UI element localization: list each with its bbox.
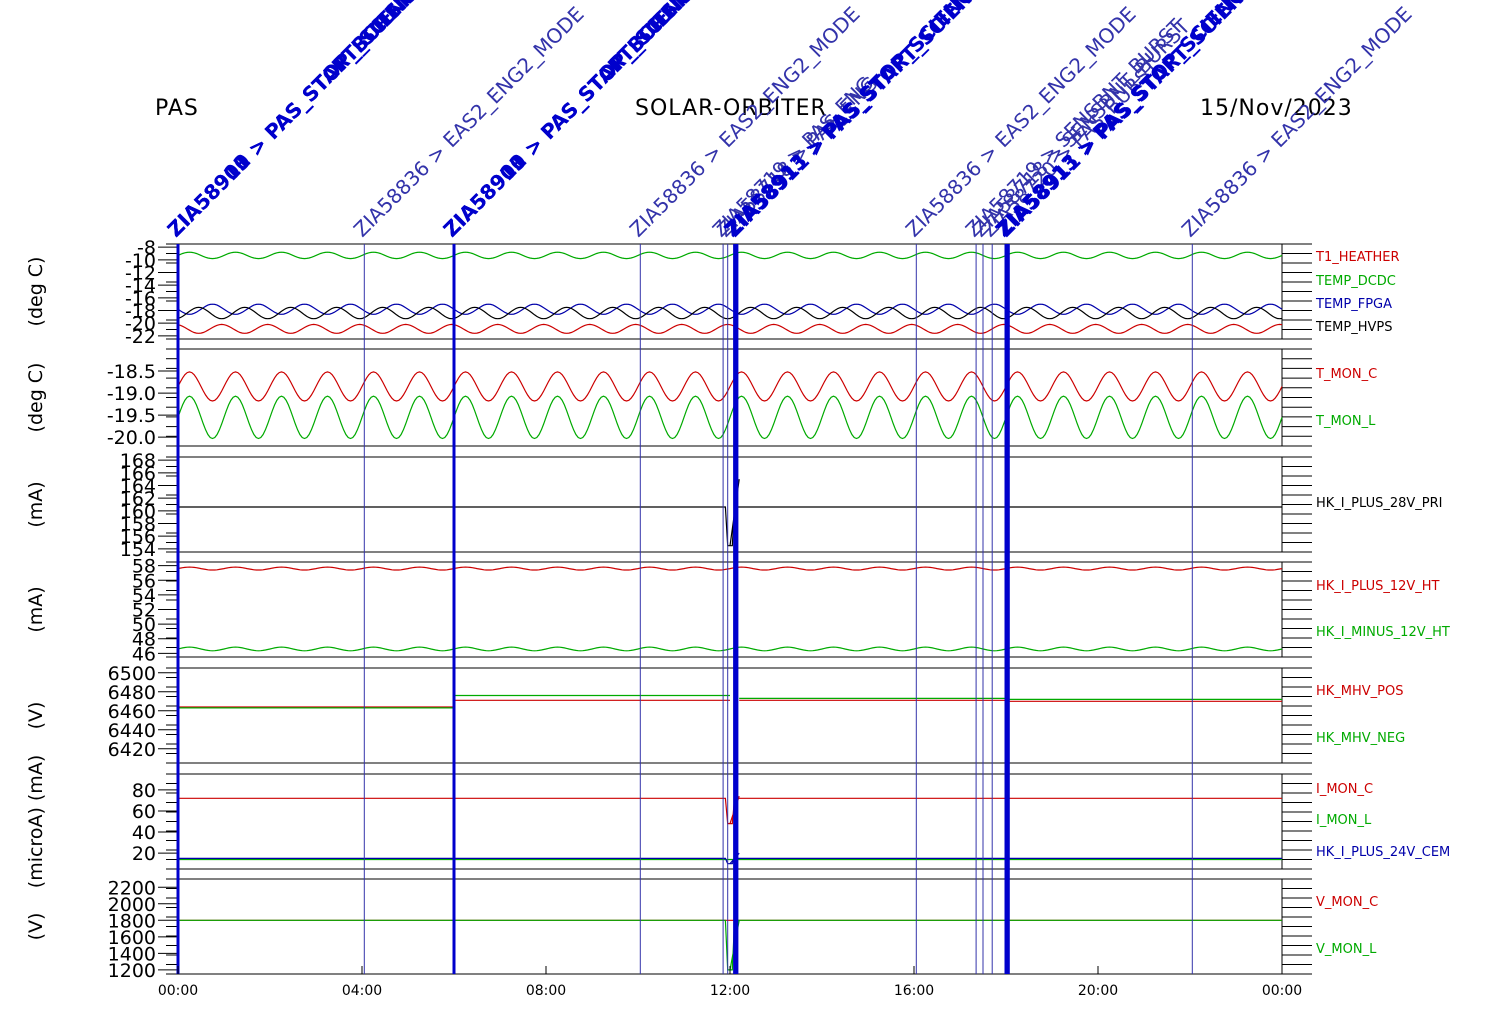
series-legend: T_MON_L <box>1315 414 1376 429</box>
series-legend: TEMP_DCDC <box>1315 274 1396 289</box>
series-line <box>177 646 1283 652</box>
series-legend: V_MON_C <box>1316 895 1378 910</box>
panel-frame <box>177 456 1283 553</box>
series-legend: HK_I_MINUS_12V_HT <box>1316 625 1450 640</box>
y-tick-label: -19.0 <box>107 383 156 405</box>
series-line <box>178 796 1282 825</box>
x-tick-label: 12:00 <box>710 983 750 999</box>
y-axis-label: (mA) <box>25 586 47 632</box>
series-legend: T_MON_C <box>1315 367 1377 382</box>
x-tick-label: 04:00 <box>342 983 382 999</box>
series-legend: HK_I_PLUS_12V_HT <box>1316 579 1440 594</box>
series-legend: HK_MHV_NEG <box>1316 731 1405 746</box>
y-tick-label: 6440 <box>108 720 156 742</box>
y-axis-label: (microA) (mA) <box>25 755 47 888</box>
x-tick-label: 00:00 <box>158 983 198 999</box>
series-line <box>177 395 1283 440</box>
series-line <box>178 852 1282 865</box>
series-legend: T1_HEATHER <box>1315 250 1400 265</box>
series-line <box>177 323 1283 334</box>
y-tick-label: -20.0 <box>107 427 156 449</box>
y-tick-label: 60 <box>132 801 156 823</box>
y-tick-label: 6480 <box>108 682 156 704</box>
series-line <box>177 566 1283 571</box>
y-axis-label: (V) <box>25 913 47 941</box>
y-axis-label: (deg C) <box>25 363 47 433</box>
y-tick-label: 58 <box>132 556 156 578</box>
y-tick-label: 168 <box>120 450 156 472</box>
event-label: ZIA58911 > PAS_START_SCIENCE <box>721 0 997 242</box>
series-legend: I_MON_C <box>1316 782 1373 797</box>
y-tick-label: 20 <box>132 843 156 865</box>
series-line <box>178 699 1282 708</box>
panel-frame <box>177 878 1283 975</box>
panel-frame <box>177 561 1283 658</box>
series-legend: HK_I_PLUS_24V_CEM <box>1316 845 1450 860</box>
panel-frame <box>177 667 1283 764</box>
y-tick-label: -22 <box>125 326 156 348</box>
x-tick-label: 16:00 <box>894 983 934 999</box>
panel-frame <box>177 348 1283 447</box>
series-legend: TEMP_HVPS <box>1315 320 1392 335</box>
panel-frame <box>177 773 1283 870</box>
y-tick-label: 6420 <box>108 739 156 761</box>
y-tick-label: 6460 <box>108 701 156 723</box>
y-axis-label: (V) <box>25 702 47 730</box>
series-legend: I_MON_L <box>1316 813 1372 828</box>
y-tick-label: 80 <box>132 780 156 802</box>
series-line <box>178 479 1282 547</box>
y-tick-label: -19.5 <box>107 405 156 427</box>
series-legend: V_MON_L <box>1316 942 1377 957</box>
series-legend: HK_I_PLUS_28V_PRI <box>1316 496 1442 511</box>
x-tick-label: 00:00 <box>1262 983 1302 999</box>
y-tick-label: 2200 <box>108 877 156 899</box>
series-legend: HK_MHV_POS <box>1316 684 1404 699</box>
housekeeping-plot: PAS SOLAR-ORBITER 15/Nov/2023 -8 -10 -12 -1… <box>0 0 1512 1020</box>
plot-canvas: -8-10-12-14-16-18-20-22(deg C) T1_HEATHER… <box>25 0 1450 999</box>
x-tick-label: 08:00 <box>526 983 566 999</box>
y-tick-label: -18.5 <box>107 361 156 383</box>
series-legend: TEMP_FPGA <box>1315 297 1392 312</box>
x-tick-label: 20:00 <box>1078 983 1118 999</box>
series-line <box>177 371 1283 402</box>
y-tick-label: 40 <box>132 822 156 844</box>
y-axis-label: (deg C) <box>25 257 47 327</box>
series-line <box>177 251 1283 260</box>
y-tick-label: 6500 <box>108 663 156 685</box>
y-axis-label: (mA) <box>25 481 47 527</box>
series-line <box>178 919 1282 971</box>
